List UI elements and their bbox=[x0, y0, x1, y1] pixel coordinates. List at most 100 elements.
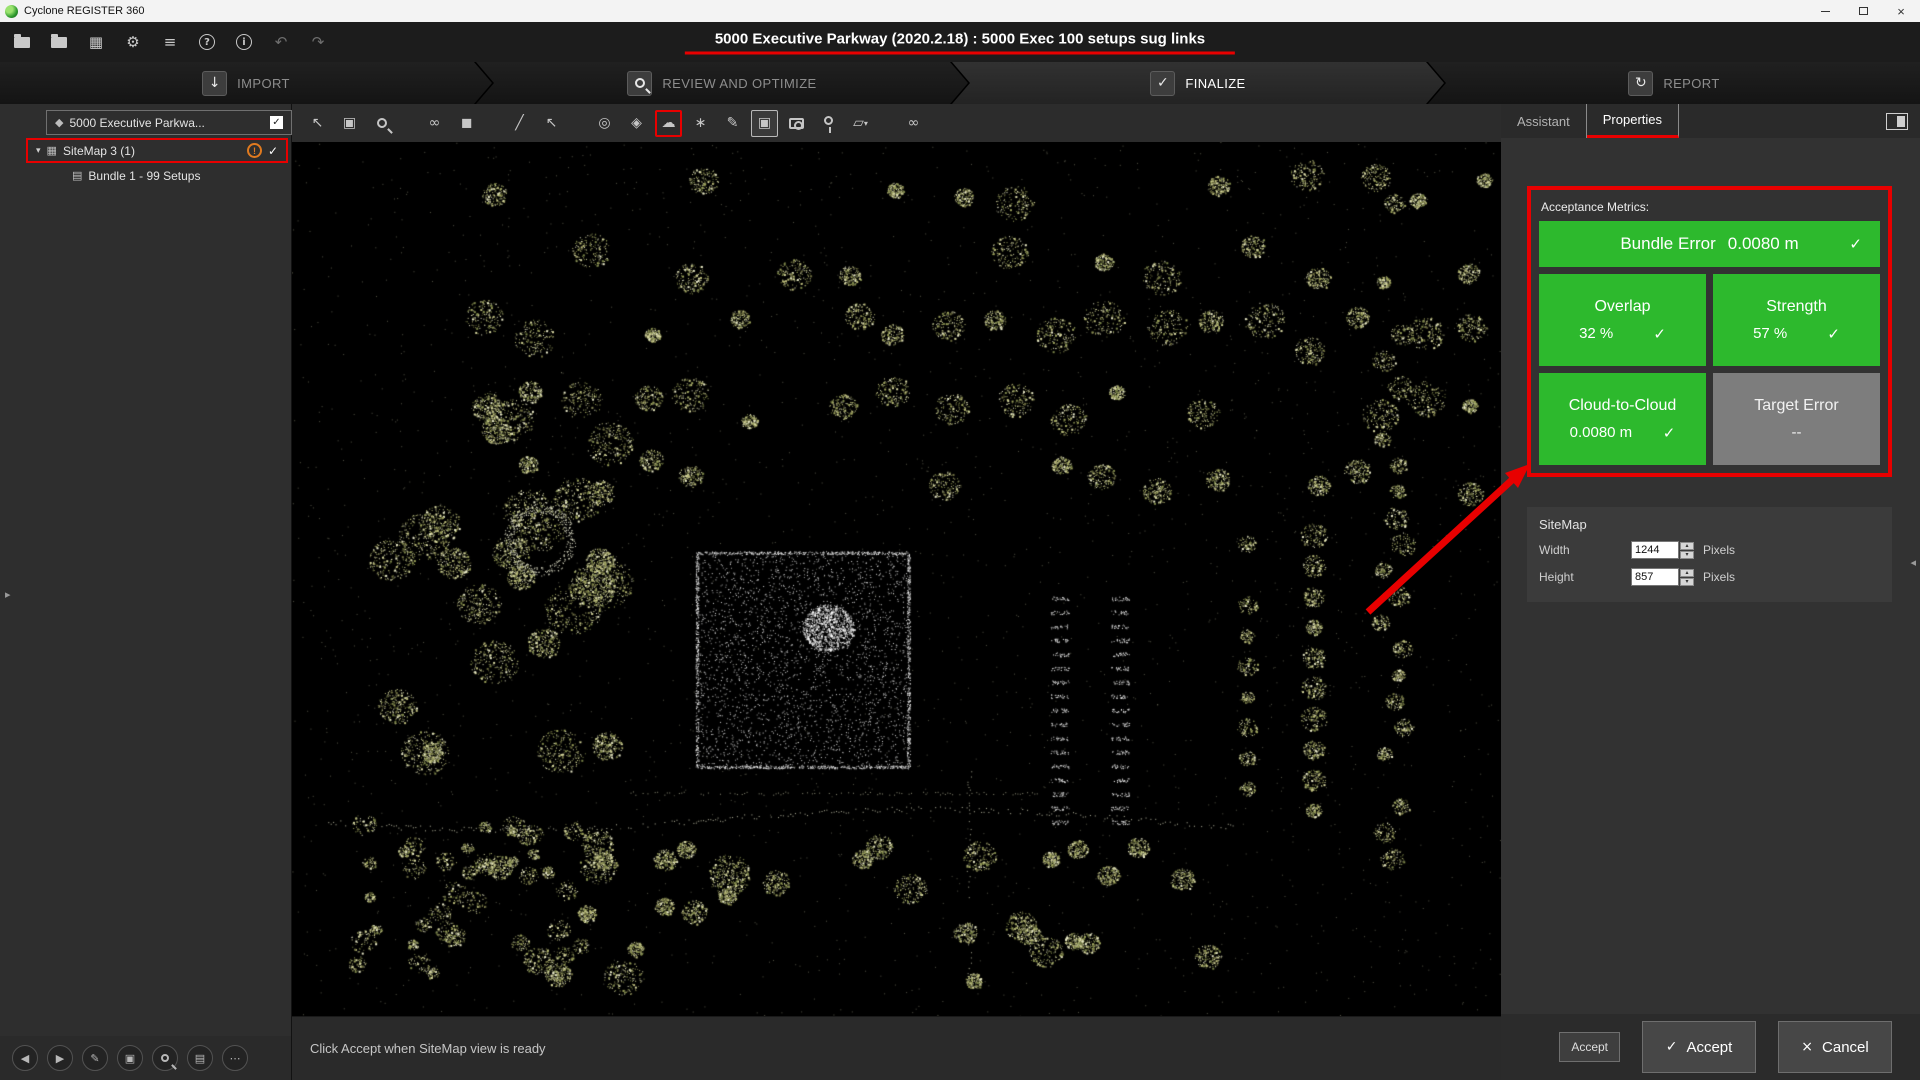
window-title: Cyclone REGISTER 360 bbox=[24, 5, 144, 17]
report-list-button[interactable]: ≡ bbox=[160, 32, 180, 52]
target-error-tile: Target Error -- bbox=[1713, 373, 1880, 465]
duplicate-view-icon[interactable]: ▣ bbox=[336, 110, 363, 137]
accept-small-button[interactable]: Accept bbox=[1559, 1032, 1620, 1062]
save-folder-icon bbox=[51, 37, 67, 48]
tab-import[interactable]: ↓ IMPORT bbox=[0, 62, 492, 104]
check-icon: ✓ bbox=[1663, 424, 1676, 442]
sitemap-properties: SiteMap Width ▴ ▾ Pixels Height bbox=[1527, 507, 1892, 602]
titlebar: Cyclone REGISTER 360 × bbox=[0, 0, 1920, 22]
cancel-button[interactable]: × Cancel bbox=[1778, 1021, 1892, 1073]
tree-item-label: 5000 Executive Parkwa... bbox=[69, 116, 204, 130]
pointcloud-view[interactable] bbox=[292, 142, 1501, 1016]
tree-item-label: Bundle 1 - 99 Setups bbox=[88, 169, 200, 183]
status-message: Click Accept when SiteMap view is ready bbox=[310, 1041, 546, 1056]
pin-tool-icon[interactable] bbox=[815, 110, 842, 137]
bundle-error-tile: Bundle Error 0.0080 m ✓ bbox=[1539, 221, 1880, 267]
height-input[interactable] bbox=[1631, 568, 1679, 586]
tab-report[interactable]: ↻ REPORT bbox=[1428, 62, 1920, 104]
sitemap-height-row: Height ▴ ▾ Pixels bbox=[1539, 568, 1880, 586]
edit-tool-button[interactable]: ✎ bbox=[82, 1045, 108, 1071]
measure-tool-icon[interactable]: ╱ bbox=[506, 110, 533, 137]
height-unit: Pixels bbox=[1703, 570, 1735, 584]
sitemap-check-icon[interactable]: ✓ bbox=[268, 144, 278, 158]
open-project-button[interactable] bbox=[12, 32, 32, 52]
target-tool-icon[interactable]: ◎ bbox=[591, 110, 618, 137]
cloud-tool-icon[interactable]: ☁ bbox=[655, 110, 682, 137]
duplicate-button[interactable]: ▣ bbox=[117, 1045, 143, 1071]
overlap-label: Overlap bbox=[1594, 298, 1650, 316]
width-label: Width bbox=[1539, 543, 1631, 557]
save-project-button[interactable] bbox=[49, 32, 69, 52]
tree-item-bundle[interactable]: ▤ Bundle 1 - 99 Setups bbox=[0, 163, 291, 188]
tag-tool-icon[interactable]: ◈ bbox=[623, 110, 650, 137]
cloud-to-cloud-tile: Cloud-to-Cloud 0.0080 m ✓ bbox=[1539, 373, 1706, 465]
annotation-box-metrics: Acceptance Metrics: Bundle Error 0.0080 … bbox=[1527, 186, 1892, 477]
project-tree: ◆ 5000 Executive Parkwa... ✓ ▾ ▦ SiteMap… bbox=[0, 104, 291, 1036]
close-icon: × bbox=[1801, 1039, 1813, 1055]
tab-review-and-optimize[interactable]: REVIEW AND OPTIMIZE bbox=[476, 62, 968, 104]
close-button[interactable]: × bbox=[1882, 0, 1920, 22]
check-icon: ✓ bbox=[1849, 235, 1862, 253]
redo-button[interactable]: ↷ bbox=[308, 32, 328, 52]
width-spin-down-icon[interactable]: ▾ bbox=[1680, 551, 1694, 559]
minimize-button[interactable] bbox=[1806, 0, 1844, 22]
width-input[interactable] bbox=[1631, 541, 1679, 559]
pane-layout-icon[interactable] bbox=[1886, 113, 1908, 130]
properties-panel: Assistant Properties Acceptance Metrics:… bbox=[1501, 104, 1920, 1080]
accept-button[interactable]: ✓ Accept bbox=[1642, 1021, 1756, 1073]
info-button[interactable]: i bbox=[234, 32, 254, 52]
check-icon: ✓ bbox=[1666, 1039, 1678, 1055]
link-visibility-icon[interactable]: ∞ bbox=[421, 110, 448, 137]
tree-item-project[interactable]: ◆ 5000 Executive Parkwa... ✓ bbox=[46, 110, 292, 135]
sidebar-collapse-handle[interactable]: ▸ bbox=[5, 588, 11, 601]
panel-tabbar: Assistant Properties bbox=[1501, 104, 1920, 138]
tree-item-sitemap[interactable]: ▾ ▦ SiteMap 3 (1) ! ✓ bbox=[26, 138, 288, 163]
more-button[interactable]: ⋯ bbox=[222, 1045, 248, 1071]
project-checkbox[interactable]: ✓ bbox=[270, 116, 283, 129]
sitemap-width-row: Width ▴ ▾ Pixels bbox=[1539, 541, 1880, 559]
tab-finalize[interactable]: ✓ FINALIZE bbox=[952, 62, 1444, 104]
width-spin-up-icon[interactable]: ▴ bbox=[1680, 542, 1694, 550]
expand-caret-icon[interactable]: ▾ bbox=[36, 146, 41, 156]
magnifier-icon bbox=[161, 1054, 169, 1062]
undo-button[interactable]: ↶ bbox=[271, 32, 291, 52]
workflow-tabbar: ↓ IMPORT REVIEW AND OPTIMIZE ✓ FINALIZE … bbox=[0, 62, 1920, 104]
sitemap-viewport: ↖ ▣ ∞ ◼ ╱ ↖ ◎ ◈ ☁ ∗ ✎ ▣ ▱ ▾ bbox=[292, 104, 1501, 1080]
star-tool-icon[interactable]: ∗ bbox=[687, 110, 714, 137]
help-button[interactable]: ? bbox=[197, 32, 217, 52]
pick-tool-icon[interactable]: ↖ bbox=[538, 110, 565, 137]
zoom-button[interactable] bbox=[152, 1045, 178, 1071]
bundle-icon: ▤ bbox=[72, 169, 82, 182]
zoom-region-icon[interactable] bbox=[368, 110, 395, 137]
storage-button[interactable]: ▦ bbox=[86, 32, 106, 52]
link-seed-icon[interactable]: ∞ bbox=[900, 110, 927, 137]
next-view-button[interactable]: ▶ bbox=[47, 1045, 73, 1071]
review-icon bbox=[627, 71, 652, 96]
prev-view-button[interactable]: ◀ bbox=[12, 1045, 38, 1071]
fill-view-icon[interactable]: ◼ bbox=[453, 110, 480, 137]
camera-tool-icon[interactable] bbox=[783, 110, 810, 137]
maximize-button[interactable] bbox=[1844, 0, 1882, 22]
pointcloud-canvas[interactable] bbox=[292, 142, 1501, 1016]
select-tool-icon[interactable]: ↖ bbox=[304, 110, 331, 137]
app-toolbar: ▦ ⚙ ≡ ? i ↶ ↷ 5000 Executive Parkway (20… bbox=[0, 22, 1920, 62]
strength-label: Strength bbox=[1766, 298, 1826, 316]
sitemap-view-icon[interactable]: ▣ bbox=[751, 110, 778, 137]
height-spin-down-icon[interactable]: ▾ bbox=[1680, 578, 1694, 586]
overlap-value: 32 % bbox=[1579, 325, 1613, 342]
tab-properties[interactable]: Properties bbox=[1587, 104, 1679, 138]
project-icon: ◆ bbox=[55, 116, 63, 129]
settings-button[interactable]: ⚙ bbox=[123, 32, 143, 52]
panel-collapse-handle[interactable]: ◂ bbox=[1910, 556, 1916, 569]
sitemap-icon: ▦ bbox=[47, 144, 57, 157]
draw-tool-icon[interactable]: ✎ bbox=[719, 110, 746, 137]
image-button[interactable]: ▤ bbox=[187, 1045, 213, 1071]
tab-assistant[interactable]: Assistant bbox=[1501, 104, 1587, 138]
layers-tool-icon[interactable]: ▱ ▾ bbox=[847, 110, 874, 137]
height-spin-up-icon[interactable]: ▴ bbox=[1680, 569, 1694, 577]
tree-item-label: SiteMap 3 (1) bbox=[63, 144, 135, 158]
target-error-value: -- bbox=[1792, 424, 1802, 441]
chevron-down-icon: ▾ bbox=[864, 119, 868, 128]
help-icon: ? bbox=[199, 34, 215, 50]
width-unit: Pixels bbox=[1703, 543, 1735, 557]
